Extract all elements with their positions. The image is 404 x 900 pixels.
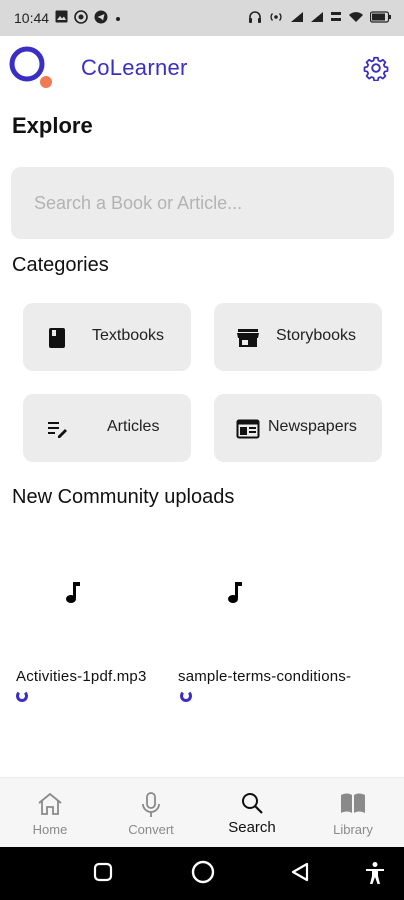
telegram-icon xyxy=(94,10,108,27)
nav-library[interactable]: Library xyxy=(303,778,403,848)
categories-heading: Categories xyxy=(12,254,109,276)
upload-item[interactable]: sample-terms-conditions- xyxy=(178,560,404,710)
signal-icon xyxy=(290,10,304,26)
recents-icon[interactable] xyxy=(92,861,114,888)
newspaper-icon xyxy=(236,418,260,440)
home-icon xyxy=(38,792,62,815)
nav-home[interactable]: Home xyxy=(0,778,100,848)
edit-list-icon xyxy=(45,418,69,440)
image-icon xyxy=(55,10,68,26)
nav-label: Library xyxy=(333,822,373,837)
category-label: Storybooks xyxy=(276,327,357,344)
nav-label: Convert xyxy=(128,822,174,837)
nav-label: Home xyxy=(32,822,68,837)
search-icon xyxy=(242,793,263,814)
app-title: CoLearner xyxy=(81,55,188,80)
status-bar: 10:44 xyxy=(0,0,404,36)
category-label: Textbooks xyxy=(92,327,165,344)
app-logo xyxy=(8,44,54,90)
category-articles[interactable]: Articles xyxy=(23,394,191,462)
upload-item[interactable]: Activities-1pdf.mp3 xyxy=(14,560,174,710)
nav-label: Search xyxy=(228,819,276,836)
music-note-icon xyxy=(64,580,82,611)
music-note-icon xyxy=(226,580,244,611)
signal-icon xyxy=(310,10,324,26)
whatsapp-icon xyxy=(74,9,88,27)
wifi-icon xyxy=(348,10,364,26)
library-icon xyxy=(341,793,365,813)
status-time: 10:44 xyxy=(14,10,50,26)
uploads-heading: New Community uploads xyxy=(12,486,235,508)
data-speed-icon xyxy=(330,10,342,27)
battery-icon xyxy=(369,10,392,26)
app-bar: CoLearner xyxy=(0,36,404,104)
nav-search[interactable]: Search xyxy=(202,778,302,848)
loading-spinner xyxy=(180,690,192,702)
bottom-nav: Home Convert Search Library xyxy=(0,777,404,847)
back-icon[interactable] xyxy=(289,861,311,888)
upload-filename: sample-terms-conditions- xyxy=(178,668,352,685)
loading-spinner xyxy=(16,690,28,702)
mic-icon xyxy=(142,792,160,817)
accessibility-icon[interactable] xyxy=(364,861,386,890)
category-newspapers[interactable]: Newspapers xyxy=(214,394,382,462)
hotspot-icon xyxy=(268,10,284,26)
home-circle-icon[interactable] xyxy=(190,859,216,890)
nav-convert[interactable]: Convert xyxy=(101,778,201,848)
dot-icon xyxy=(114,10,122,26)
page-title: Explore xyxy=(12,113,93,138)
category-label: Articles xyxy=(107,418,160,435)
system-nav-bar xyxy=(0,847,404,900)
gear-icon[interactable] xyxy=(363,55,389,82)
search-input[interactable] xyxy=(11,167,394,239)
upload-filename: Activities-1pdf.mp3 xyxy=(16,668,147,685)
category-label: Newspapers xyxy=(268,418,357,435)
store-icon xyxy=(236,327,260,349)
category-storybooks[interactable]: Storybooks xyxy=(214,303,382,371)
category-textbooks[interactable]: Textbooks xyxy=(23,303,191,371)
book-icon xyxy=(45,327,69,349)
headphones-icon xyxy=(248,10,262,27)
